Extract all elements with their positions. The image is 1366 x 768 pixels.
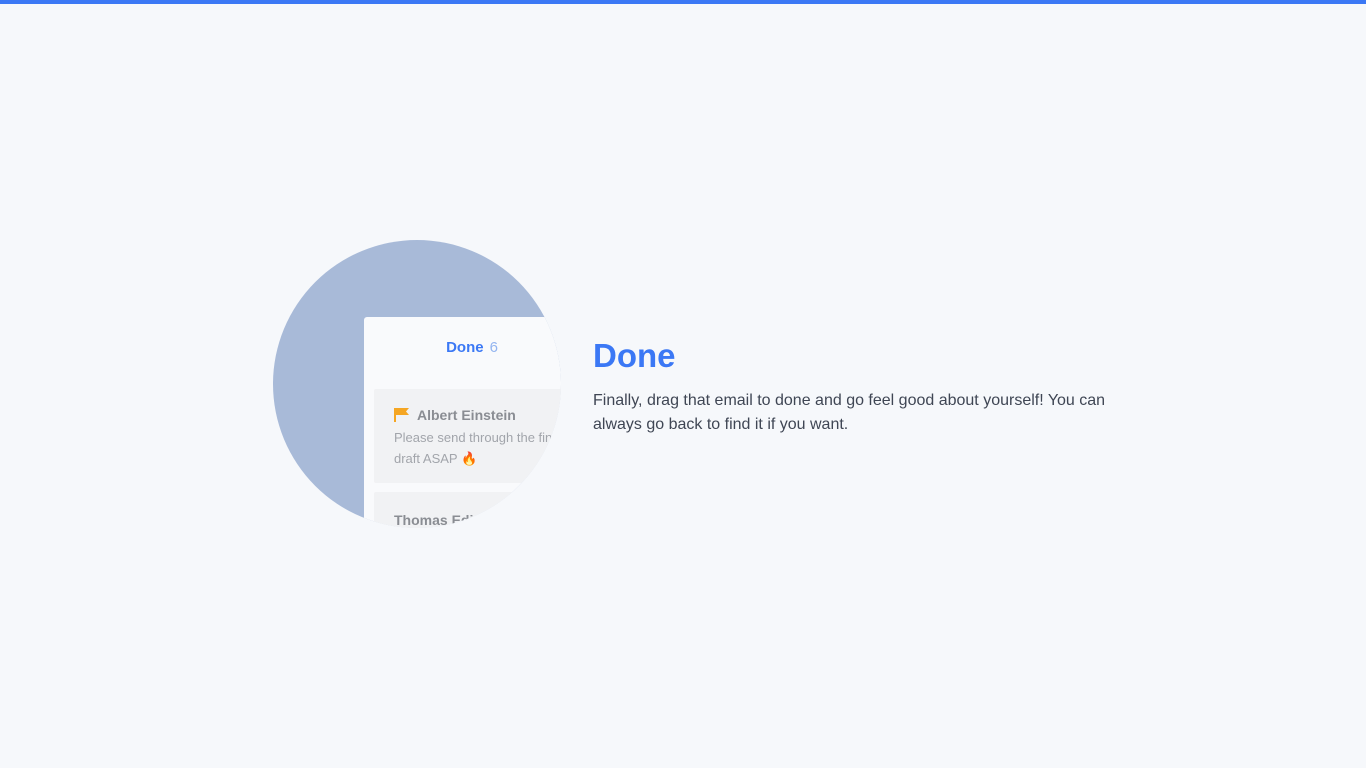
done-column-preview: Done 6 Albert Einstein Please send throug… xyxy=(364,317,561,528)
flag-icon xyxy=(394,408,410,422)
step-description: Finally, drag that email to done and go … xyxy=(593,392,1106,433)
email-preview: Please send through the final draft ASAP… xyxy=(394,427,561,469)
column-header: Done 6 xyxy=(364,339,561,356)
step-heading: Done xyxy=(593,337,676,374)
email-sender: Albert Einstein xyxy=(417,407,516,423)
top-progress-bar xyxy=(0,0,1366,4)
email-card: Thomas Edi xyxy=(374,492,561,528)
column-title: Done xyxy=(446,339,484,356)
email-card: Albert Einstein Please send through the … xyxy=(374,389,561,483)
email-sender: Thomas Edi xyxy=(394,512,474,528)
email-sender-row: Thomas Edi xyxy=(394,512,473,528)
onboarding-step-text: Done Finally, drag that email to done an… xyxy=(593,336,1113,437)
email-sender-row: Albert Einstein xyxy=(394,407,516,423)
fire-icon: 🔥 xyxy=(460,451,478,466)
email-preview-text: Please send through the final draft ASAP xyxy=(394,430,561,466)
column-count: 6 xyxy=(489,339,498,356)
done-column-illustration: Done 6 Albert Einstein Please send throug… xyxy=(273,240,561,528)
